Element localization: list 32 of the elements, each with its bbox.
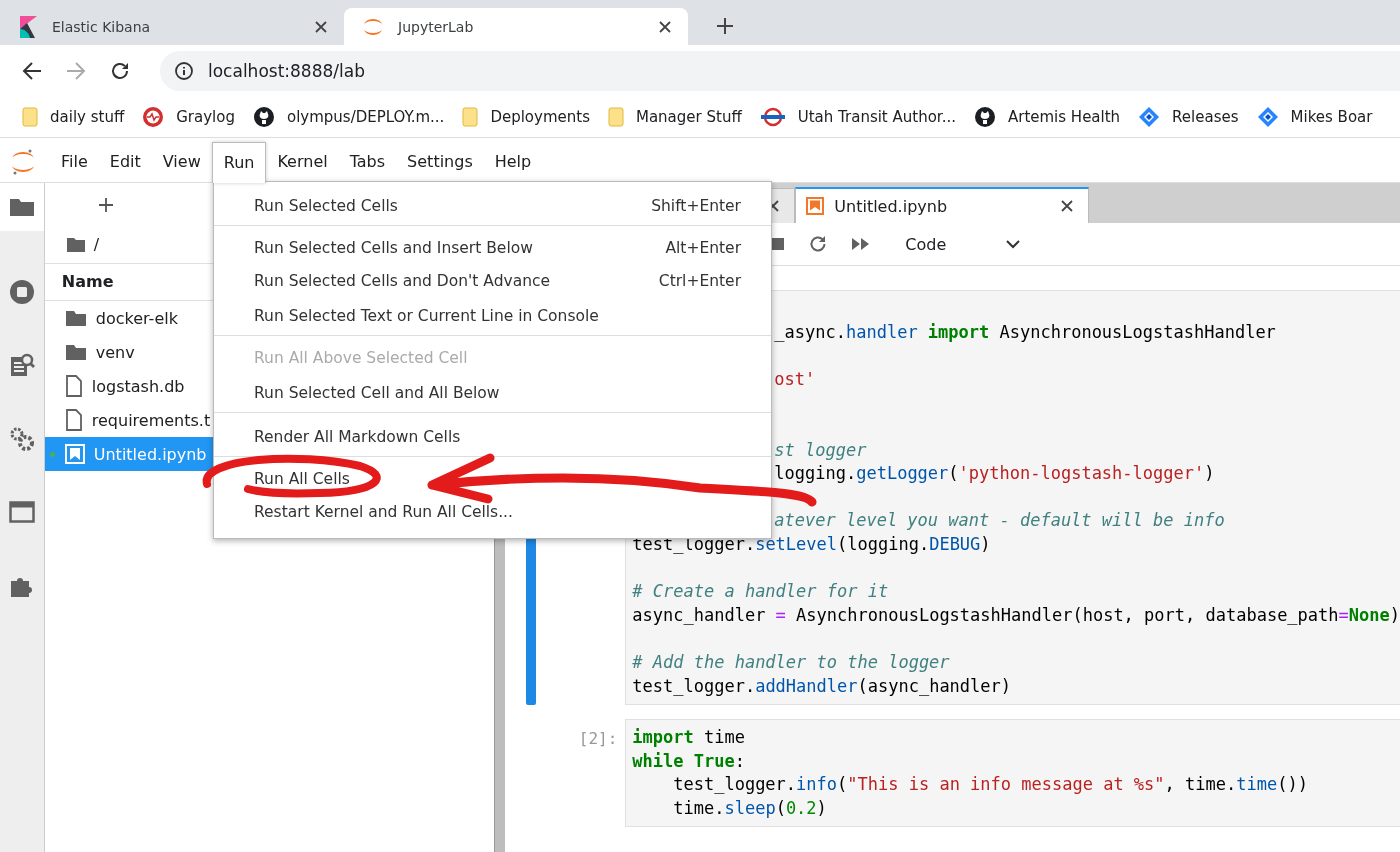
file-name: requirements.t (91, 410, 211, 430)
code-line: test_logger.addHandler(async_handler) (632, 675, 1012, 696)
bookmark-label: Utah Transit Author... (797, 108, 956, 126)
code-line: st logger (774, 439, 867, 460)
code-line: test_logger.setLevel(logging.DEBUG) (632, 533, 991, 554)
code-line: test_logger.info("This is an info message at %s", time.time()) (672, 774, 1308, 795)
bookmark-label: Mikes Boar (1290, 108, 1373, 126)
tab-title: JupyterLab (398, 18, 475, 35)
code-line: time.sleep(0.2) (672, 797, 827, 818)
cell-prompt: [2]: (578, 729, 618, 749)
code-line: atever level you want - default will be info (774, 510, 1225, 531)
code-line: _async.handler import AsynchronousLogstashHandler (774, 321, 1276, 342)
bookmark-label: Graylog (176, 108, 235, 126)
file-name: venv (95, 342, 135, 362)
file-name: logstash.db (91, 376, 185, 396)
bookmark-label: olympus/DEPLOY.m... (286, 108, 445, 126)
code-line: async_handler = AsynchronousLogstashHandler(host, port, database_path=None) (632, 604, 1400, 625)
file-name: docker-elk (95, 308, 178, 328)
bookmark-label: Artemis Health (1007, 108, 1121, 126)
bookmark-label: Deployments (490, 108, 590, 126)
bookmark-label: Releases (1172, 108, 1239, 126)
code-line: import time (632, 727, 745, 748)
code-line: # Create a handler for it (632, 581, 889, 602)
tab-title: Elastic Kibana (52, 18, 152, 35)
code-line: # Add the handler to the logger (632, 651, 950, 672)
code-line: while True: (632, 750, 745, 771)
code-line: ost' (774, 368, 816, 389)
url-text: localhost:8888/lab (208, 61, 365, 81)
bookmark-label: daily stuff (50, 108, 125, 126)
bookmark-label: Manager Stuff (635, 108, 742, 126)
file-name: Untitled.ipynb (93, 444, 207, 464)
code-line: logging.getLogger('python-logstash-logger') (774, 463, 1215, 484)
